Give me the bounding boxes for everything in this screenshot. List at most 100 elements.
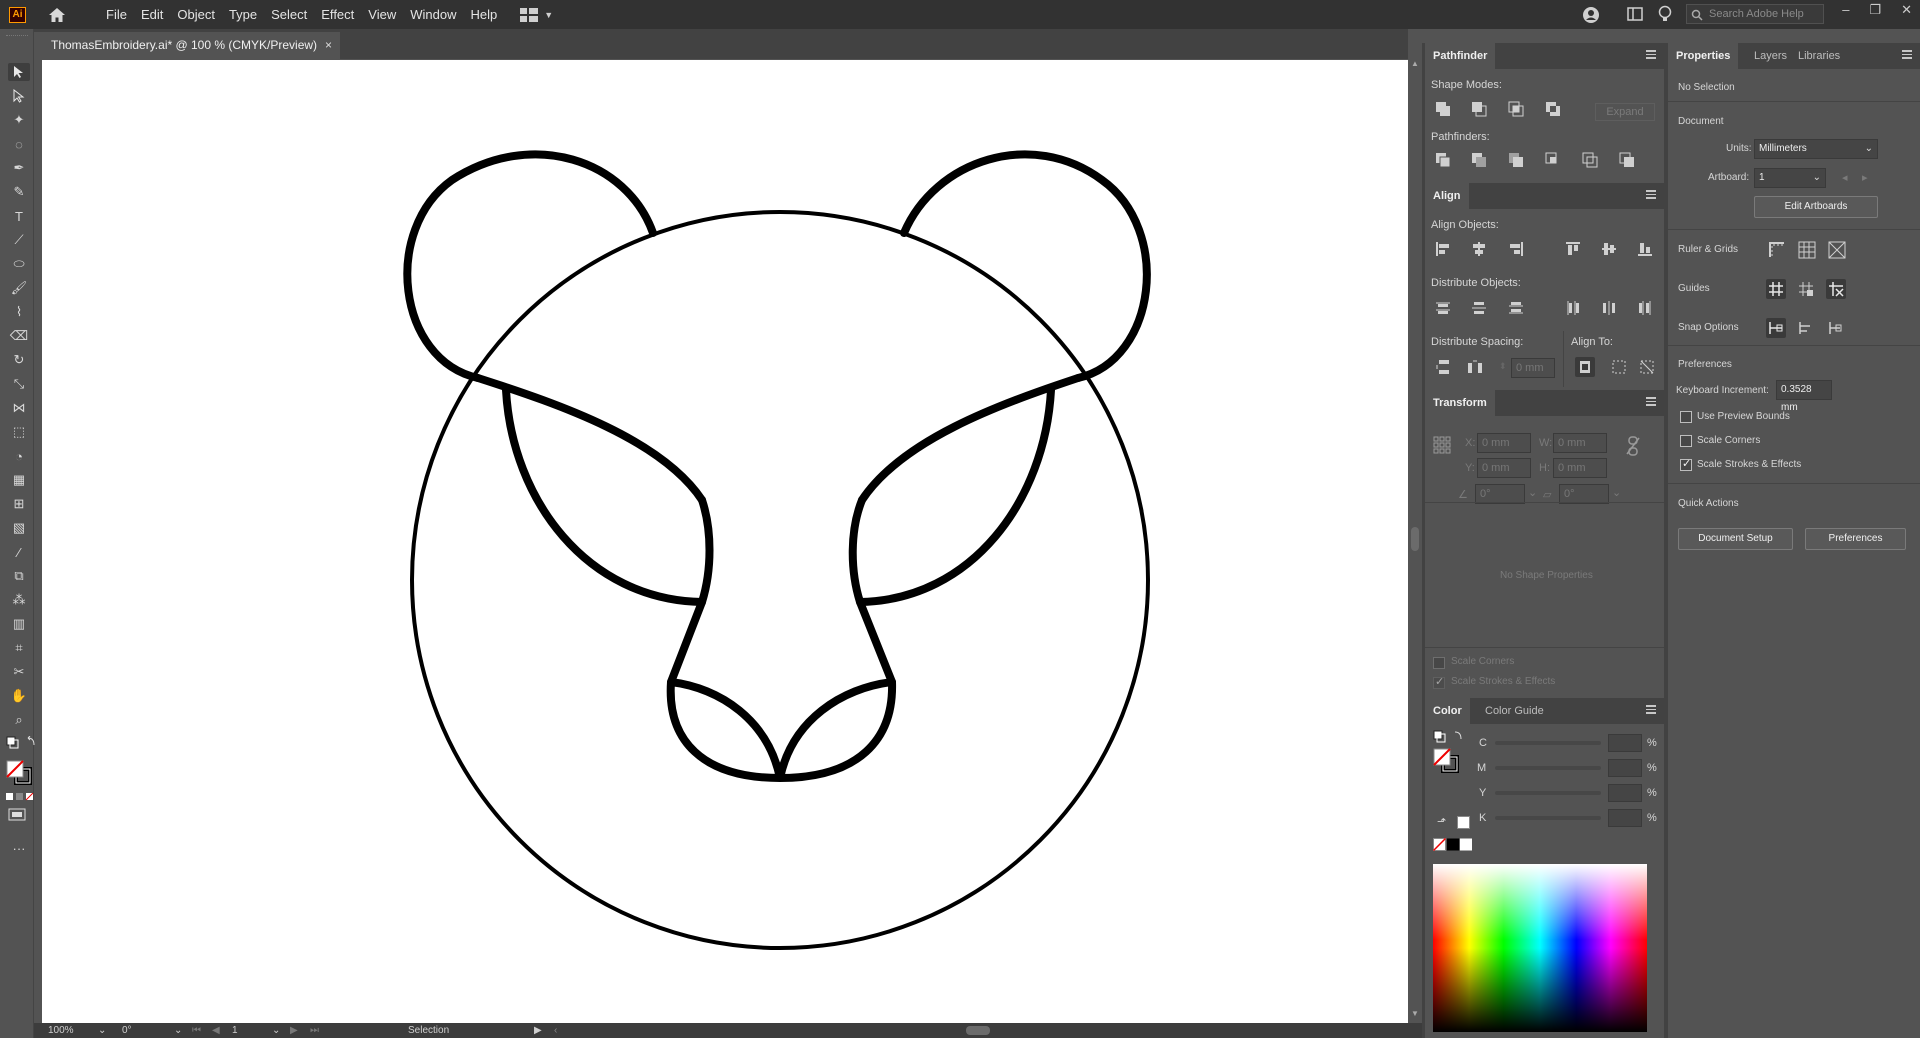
pen-tool-icon[interactable]: ✒ (8, 159, 30, 177)
close-window-icon[interactable]: ✕ (1901, 2, 1912, 18)
yellow-slider[interactable] (1495, 791, 1601, 795)
align-left-icon[interactable] (1433, 239, 1453, 259)
cyan-value-input[interactable] (1608, 734, 1642, 752)
snap-to-pixel-icon[interactable] (1796, 318, 1816, 338)
lightbulb-icon[interactable] (1658, 5, 1672, 23)
arrange-documents-icon[interactable] (1627, 7, 1643, 21)
default-colors-icon[interactable] (6, 736, 36, 750)
tab-layers[interactable]: Layers (1746, 43, 1795, 69)
close-tab-icon[interactable]: × (325, 32, 332, 59)
chevron-down-icon[interactable]: ⌄ (174, 1025, 182, 1036)
transparency-grid-icon[interactable] (1828, 241, 1846, 259)
black-slider[interactable] (1495, 816, 1601, 820)
color-spectrum[interactable] (1433, 864, 1647, 1032)
status-menu-icon[interactable]: ▶ (534, 1025, 542, 1036)
perspective-grid-tool-icon[interactable]: ▦ (8, 471, 30, 489)
scale-strokes-effects-checkbox[interactable] (1680, 457, 1692, 471)
paintbrush-tool-icon[interactable]: 🖌 (8, 279, 30, 297)
align-to-key-object-icon[interactable] (1575, 357, 1595, 377)
menu-help[interactable]: Help (463, 7, 504, 22)
scale-tool-icon[interactable]: ⤡ (8, 375, 30, 393)
align-right-icon[interactable] (1506, 239, 1526, 259)
home-icon[interactable] (48, 7, 66, 23)
mesh-tool-icon[interactable]: ⊞ (8, 495, 30, 513)
screen-mode-icon[interactable] (8, 808, 28, 822)
menu-effect[interactable]: Effect (314, 7, 361, 22)
scroll-down-icon[interactable]: ▼ (1411, 1009, 1419, 1018)
bear-face-artwork[interactable] (42, 60, 1408, 1023)
w-input[interactable]: 0 mm (1553, 433, 1607, 453)
menu-select[interactable]: Select (264, 7, 314, 22)
align-to-artboard-icon[interactable] (1637, 357, 1657, 377)
fill-stroke-swatch[interactable] (1433, 748, 1461, 774)
units-dropdown[interactable]: Millimeters ⌄ (1754, 139, 1878, 159)
snap-to-point-icon[interactable] (1766, 318, 1786, 338)
rotate-tool-icon[interactable]: ↻ (8, 351, 30, 369)
divide-icon[interactable] (1433, 150, 1453, 170)
artboard-tool-icon[interactable]: ⌗ (8, 639, 30, 657)
lasso-tool-icon[interactable]: ◌ (8, 135, 30, 153)
next-artboard-icon[interactable]: ▶ (290, 1025, 298, 1036)
align-horizontal-center-icon[interactable] (1469, 239, 1489, 259)
chevron-down-icon[interactable]: ⌄ (1528, 486, 1537, 499)
hand-tool-icon[interactable]: ✋ (8, 687, 30, 705)
snap-to-glyph-icon[interactable] (1826, 318, 1846, 338)
expand-button[interactable]: Expand (1595, 103, 1655, 121)
curvature-tool-icon[interactable]: ✎ (8, 183, 30, 201)
selection-tool-icon[interactable] (8, 63, 30, 81)
align-vertical-center-icon[interactable] (1599, 239, 1619, 259)
crop-icon[interactable] (1543, 150, 1563, 170)
tab-align[interactable]: Align (1425, 183, 1469, 209)
workspace-switcher[interactable]: ▼ (520, 7, 553, 22)
distribute-left-icon[interactable] (1563, 298, 1583, 318)
x-input[interactable]: 0 mm (1477, 433, 1531, 453)
gradient-tool-icon[interactable]: ▧ (8, 519, 30, 537)
shape-builder-tool-icon[interactable]: ◔ (8, 447, 30, 465)
intersect-icon[interactable] (1506, 99, 1526, 119)
panel-menu-icon[interactable] (1646, 50, 1656, 59)
spacing-stepper[interactable]: ⬍ (1499, 361, 1509, 373)
panel-menu-icon[interactable] (1902, 50, 1912, 59)
zoom-tool-icon[interactable]: ⌕ (8, 711, 30, 729)
distribute-vertical-center-icon[interactable] (1469, 298, 1489, 318)
h-input[interactable]: 0 mm (1553, 458, 1607, 478)
search-input[interactable]: Search Adobe Help (1686, 4, 1824, 24)
menu-view[interactable]: View (361, 7, 403, 22)
lock-guides-icon[interactable] (1796, 279, 1816, 299)
spacing-input[interactable]: 0 mm (1511, 358, 1555, 378)
menu-file[interactable]: File (99, 7, 134, 22)
minimize-icon[interactable]: – (1842, 2, 1849, 18)
magic-wand-tool-icon[interactable]: ✦ (8, 111, 30, 129)
artboard-dropdown[interactable]: 1 ⌄ (1754, 168, 1826, 188)
width-tool-icon[interactable]: ⋈ (8, 399, 30, 417)
last-color-swatch[interactable] (1457, 816, 1470, 829)
previous-artboard-icon[interactable]: ◀ (212, 1025, 220, 1036)
exclude-icon[interactable] (1543, 99, 1563, 119)
color-mode-icon[interactable] (6, 793, 34, 801)
yellow-value-input[interactable] (1608, 784, 1642, 802)
artboard-number[interactable]: 1 (232, 1025, 238, 1036)
next-artboard-icon[interactable]: ▸ (1862, 171, 1868, 184)
more-tools-icon[interactable]: ··· (8, 839, 30, 857)
minus-back-icon[interactable] (1617, 150, 1637, 170)
tab-pathfinder[interactable]: Pathfinder (1425, 43, 1496, 69)
menu-type[interactable]: Type (222, 7, 264, 22)
eraser-tool-icon[interactable]: ⌫ (8, 327, 30, 345)
eyedropper-tool-icon[interactable]: ⁄ (8, 543, 30, 561)
ruler-icon[interactable] (1768, 241, 1786, 259)
use-preview-bounds-checkbox[interactable] (1680, 411, 1692, 423)
chevron-down-icon[interactable]: ⌄ (272, 1025, 280, 1036)
slice-tool-icon[interactable]: ✂ (8, 663, 30, 681)
cyan-slider[interactable] (1495, 741, 1601, 745)
constrain-proportions-icon[interactable] (1625, 436, 1641, 456)
scale-corners-checkbox[interactable] (1680, 435, 1692, 447)
distribute-top-icon[interactable] (1433, 298, 1453, 318)
first-artboard-icon[interactable]: ⏮ (192, 1025, 201, 1036)
shaper-tool-icon[interactable]: ⌇ (8, 303, 30, 321)
horizontal-distribute-space-icon[interactable] (1465, 357, 1485, 377)
restore-icon[interactable]: ❐ (1869, 2, 1881, 18)
horizontal-scroll-thumb[interactable] (966, 1026, 990, 1035)
ellipse-tool-icon[interactable]: ⬭ (8, 255, 30, 273)
fill-stroke-swatch[interactable] (6, 760, 34, 786)
rotation-value[interactable]: 0° (122, 1025, 132, 1036)
